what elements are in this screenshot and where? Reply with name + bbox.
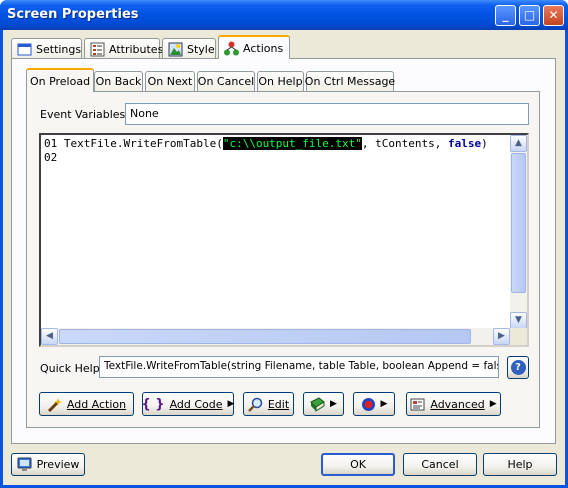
code-area[interactable]: 01 TextFile.WriteFromTable("c:\\output_f… [44, 137, 488, 165]
help-question-icon: ? [510, 360, 526, 375]
minimize-icon: _ [502, 8, 509, 22]
tab-on-preload[interactable]: On Preload [26, 68, 94, 92]
scroll-right-arrow-icon[interactable]: ▶ [493, 328, 510, 345]
tab-on-back[interactable]: On Back [94, 71, 143, 91]
record-button[interactable]: ▶ [353, 392, 395, 416]
code-close-paren: ) [481, 137, 488, 150]
actions-tree-icon [224, 41, 239, 56]
edit-label: Edit [267, 397, 290, 411]
line-number: 01 [44, 137, 58, 150]
cancel-label: Cancel [421, 458, 459, 471]
tab-label: Settings [36, 42, 82, 56]
window-title: Screen Properties [7, 7, 139, 22]
tab-label: On Next [147, 75, 193, 88]
style-image-icon [168, 42, 183, 57]
tab-label: Style [187, 42, 215, 56]
record-icon [361, 397, 376, 412]
preview-button[interactable]: Preview [11, 453, 85, 476]
tab-on-ctrl-message[interactable]: On Ctrl Message [304, 71, 396, 91]
magnifier-icon [247, 397, 263, 412]
help-button[interactable]: Help [483, 453, 557, 476]
screen-properties-window: Screen Properties _ □ ✕ Settings Attribu… [0, 0, 568, 488]
vertical-scroll-thumb[interactable] [511, 153, 526, 293]
settings-window-icon [17, 42, 32, 57]
tab-label: Attributes [109, 42, 164, 56]
tab-label: On Back [95, 75, 142, 88]
event-variables-field[interactable]: None [125, 103, 529, 125]
scroll-up-arrow-icon[interactable]: ▲ [510, 135, 527, 152]
tab-actions[interactable]: Actions [218, 35, 290, 59]
dropdown-arrow-icon: ▶ [330, 399, 337, 409]
attributes-list-icon [90, 42, 105, 57]
close-icon: ✕ [548, 8, 559, 22]
scroll-corner [510, 328, 527, 345]
help-label: Help [507, 458, 533, 471]
horizontal-scrollbar[interactable]: ◀ ▶ [41, 328, 510, 345]
tab-on-cancel[interactable]: On Cancel [197, 71, 255, 91]
tab-label: On Cancel [197, 75, 255, 88]
ok-label: OK [350, 458, 366, 471]
event-variables-label: Event Variables: [40, 108, 129, 121]
advanced-icon [410, 397, 425, 412]
braces-icon: { } [141, 396, 165, 412]
quick-help-field: TextFile.WriteFromTable(string Filename,… [99, 356, 499, 378]
quick-help-label: Quick Help: [40, 362, 104, 375]
scroll-left-arrow-icon[interactable]: ◀ [41, 328, 58, 345]
tab-label: On Ctrl Message [304, 75, 396, 88]
wand-icon [47, 397, 62, 412]
library-button[interactable]: ▶ [303, 392, 344, 416]
cancel-button[interactable]: Cancel [403, 453, 477, 476]
add-action-button[interactable]: Add Action [39, 392, 134, 416]
code-keyword: false [448, 137, 482, 150]
scroll-down-arrow-icon[interactable]: ▼ [510, 312, 527, 329]
tab-on-help[interactable]: On Help [257, 71, 304, 91]
title-bar[interactable]: Screen Properties _ □ ✕ [0, 0, 568, 30]
tab-on-next[interactable]: On Next [145, 71, 195, 91]
script-editor[interactable]: 01 TextFile.WriteFromTable("c:\\output_f… [39, 133, 529, 347]
preview-label: Preview [36, 458, 80, 471]
horizontal-scroll-thumb[interactable] [59, 329, 471, 344]
preview-monitor-icon [17, 457, 32, 472]
dropdown-arrow-icon: ▶ [380, 399, 388, 409]
advanced-button[interactable]: Advanced ▶ [406, 392, 501, 416]
edit-button[interactable]: Edit [243, 392, 294, 416]
dropdown-arrow-icon: ▶ [227, 399, 235, 409]
maximize-button[interactable]: □ [519, 5, 540, 26]
minimize-button[interactable]: _ [495, 5, 516, 26]
vertical-scrollbar[interactable]: ▲ ▼ [510, 135, 527, 329]
code-string-selected: "c:\\output_file.txt" [222, 137, 362, 150]
code-args: , tContents, [361, 137, 448, 150]
tab-label: On Help [258, 75, 303, 88]
dropdown-arrow-icon: ▶ [489, 399, 497, 409]
quick-help-button[interactable]: ? [507, 356, 529, 379]
add-code-button[interactable]: { } Add Code ▶ [142, 392, 234, 416]
tab-style[interactable]: Style [162, 38, 216, 59]
close-button[interactable]: ✕ [543, 5, 564, 26]
add-action-label: Add Action [66, 397, 127, 411]
ok-button[interactable]: OK [321, 453, 395, 476]
tab-label: On Preload [29, 74, 91, 88]
code-function: TextFile.WriteFromTable( [63, 137, 223, 150]
tab-label: Actions [243, 41, 284, 55]
book-icon [310, 396, 325, 412]
tab-settings[interactable]: Settings [11, 38, 82, 59]
line-number: 02 [44, 151, 58, 164]
advanced-label: Advanced [430, 397, 485, 411]
maximize-icon: □ [523, 8, 536, 22]
add-code-label: Add Code [169, 397, 223, 411]
tab-attributes[interactable]: Attributes [84, 38, 164, 59]
